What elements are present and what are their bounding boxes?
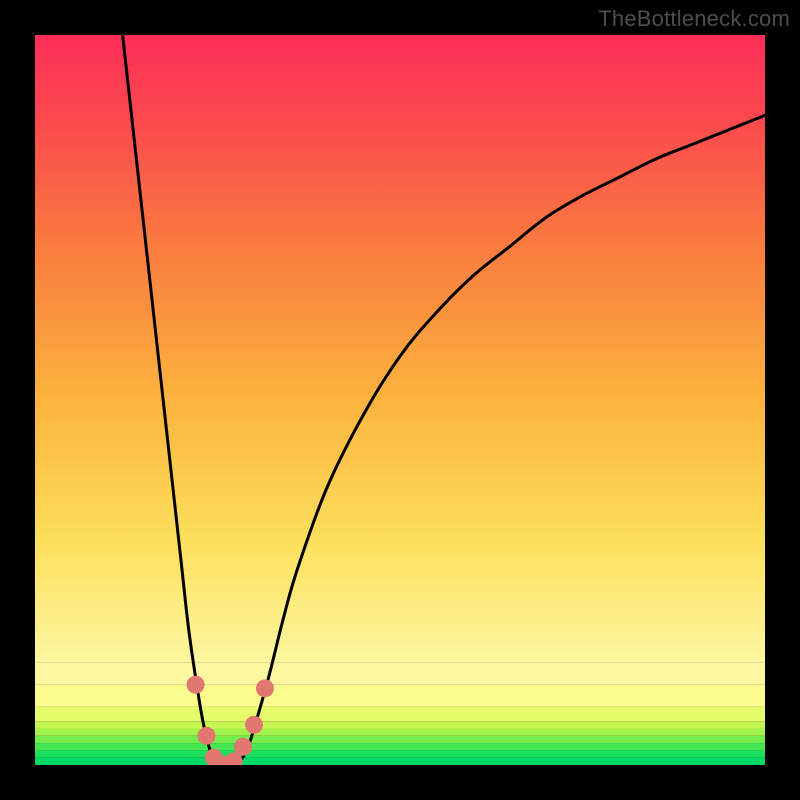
- plot-area: [35, 35, 765, 765]
- bottleneck-chart: [35, 35, 765, 765]
- chart-frame: TheBottleneck.com: [0, 0, 800, 800]
- watermark-label: TheBottleneck.com: [598, 6, 790, 32]
